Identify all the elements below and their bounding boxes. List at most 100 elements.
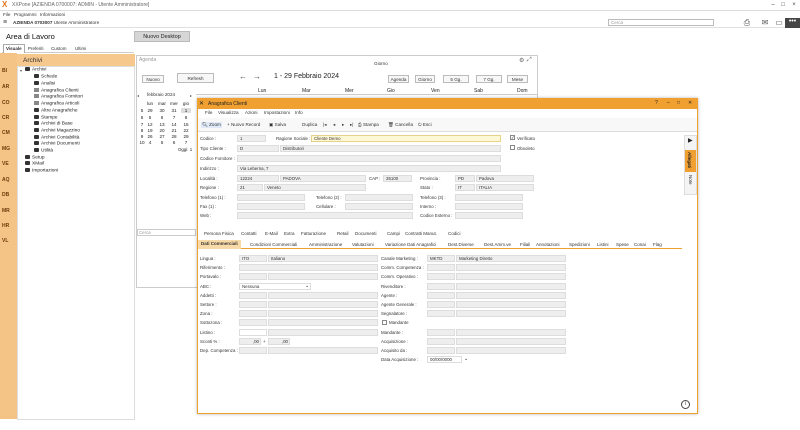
module-co[interactable]: CO — [2, 100, 10, 106]
tree-item[interactable]: Archivi Documenti — [34, 141, 80, 146]
menu-impostazioni[interactable]: Impostazioni — [264, 110, 290, 115]
printer-icon[interactable]: ⎙ — [741, 18, 753, 28]
tab-ultimi[interactable]: Ultimi — [75, 46, 86, 51]
tab-valutazioni[interactable]: Valutazioni — [352, 242, 374, 247]
tree-item[interactable]: Archivi di Base — [34, 121, 73, 126]
cal-day[interactable]: 31 — [169, 108, 179, 113]
chat-icon[interactable]: ▭ — [773, 18, 785, 28]
close-icon[interactable]: × — [789, 1, 799, 9]
cal-day[interactable]: 5 — [157, 140, 167, 145]
indirizzo-input[interactable]: Via Leberna, 7 — [237, 165, 501, 172]
tab-dati-commerciali[interactable]: Dati Commerciali — [198, 240, 241, 249]
tab-extra[interactable]: Extra — [284, 231, 295, 236]
delete-button[interactable]: 🗑︎ Cancella — [388, 122, 413, 128]
module-hr[interactable]: HR — [2, 223, 9, 229]
tab-visuale[interactable]: Visuale — [3, 44, 25, 53]
verificato-checkbox[interactable]: ✓ — [510, 135, 515, 140]
provincia-code[interactable]: PD — [455, 175, 475, 182]
cal-day[interactable]: 19 — [145, 128, 155, 133]
chevron-down-icon[interactable]: ⌄ — [464, 356, 468, 362]
abc-select[interactable]: Nessuna — [239, 283, 311, 290]
tree-item[interactable]: Setup — [25, 155, 45, 160]
cal-day[interactable]: 27 — [157, 134, 167, 139]
tab-retail[interactable]: Retail — [337, 231, 349, 236]
listino-code[interactable] — [239, 329, 267, 336]
tree-item[interactable]: Schede — [34, 74, 57, 79]
tab-annotazioni[interactable]: Annotazioni — [536, 242, 560, 247]
cap-input[interactable]: 35100 — [383, 175, 412, 182]
web-input[interactable] — [237, 212, 413, 219]
telefono3-input[interactable] — [455, 194, 523, 201]
cal-day[interactable]: 7 — [181, 140, 191, 145]
module-mr[interactable]: MR — [2, 208, 10, 214]
save-button[interactable]: ▣ Salva — [269, 122, 286, 128]
cellulare-input[interactable] — [345, 203, 413, 210]
tree-item[interactable]: Archivi Contabilità — [34, 135, 79, 140]
tab-condizioni-commerciali[interactable]: Condizioni Commerciali — [250, 242, 297, 247]
info-icon[interactable]: i — [681, 400, 690, 409]
tab-variazione-dati[interactable]: Variazione Dati Anagrafici — [385, 242, 436, 247]
cal-day[interactable]: 1 — [181, 108, 191, 113]
cal-day[interactable]: 20 — [157, 128, 167, 133]
codice-fornitore-input[interactable] — [237, 155, 501, 162]
oggi-label[interactable]: Oggi: 1 — [178, 147, 192, 152]
comm-competenza-code[interactable] — [427, 264, 455, 271]
tab-documenti[interactable]: Documenti — [355, 231, 377, 236]
nav-next-icon[interactable]: ▸ — [342, 122, 344, 128]
telefono1-input[interactable] — [237, 194, 305, 201]
nav-first-icon[interactable]: |◂ — [323, 122, 327, 128]
cal-day[interactable]: 7 — [169, 115, 179, 120]
cal-day[interactable]: 5 — [145, 115, 155, 120]
menu-programmi[interactable]: Programmi — [14, 12, 36, 17]
acquisizione-code[interactable] — [427, 338, 455, 345]
nav-last-icon[interactable]: ▸| — [350, 122, 354, 128]
tab-spedizioni[interactable]: Spedizioni — [569, 242, 590, 247]
exit-button[interactable]: ⏻ Esci — [418, 122, 432, 127]
view-giorno-button[interactable]: Giorno — [415, 75, 435, 83]
tree-item[interactable]: Analisi — [34, 81, 55, 86]
agente-code[interactable] — [427, 292, 455, 299]
rivenditore-code[interactable] — [427, 283, 455, 290]
tab-campi[interactable]: Campi — [387, 231, 400, 236]
chevron-down-icon[interactable]: ⌄ — [305, 283, 309, 289]
cal-day[interactable]: 15 — [181, 122, 191, 127]
view-mese-button[interactable]: Mese — [507, 75, 528, 83]
settings-icon[interactable]: ⚙ — [519, 57, 524, 64]
obsoleto-checkbox[interactable] — [510, 145, 515, 150]
tab-dest-diverse[interactable]: Dest.Diverse — [448, 242, 474, 247]
print-button[interactable]: ⎙ Stampa — [358, 122, 379, 127]
lingua-code[interactable]: ITO — [239, 255, 267, 262]
canale-code[interactable]: MKTD — [427, 255, 455, 262]
cal-day[interactable]: 21 — [169, 128, 179, 133]
cal-day[interactable]: 6 — [169, 140, 179, 145]
interno-input[interactable] — [455, 203, 523, 210]
cal-day[interactable]: 28 — [169, 134, 179, 139]
sconto2-input[interactable]: ,00 — [268, 338, 290, 345]
data-acquisizione-input[interactable]: 00/00/0000 — [427, 356, 462, 363]
minimize-icon[interactable]: – — [768, 1, 778, 9]
portavalo-code[interactable] — [239, 273, 267, 280]
acquisito-da-code[interactable] — [427, 347, 455, 354]
refresh-button[interactable]: Refresh — [177, 73, 214, 83]
tab-preferiti[interactable]: Preferiti — [28, 46, 44, 51]
comm-operativo-code[interactable] — [427, 273, 455, 280]
minimize-icon[interactable]: – — [667, 100, 670, 106]
menu-file[interactable]: File — [205, 110, 212, 115]
mandante-checkbox[interactable] — [382, 320, 387, 325]
tipo-cliente-code[interactable]: D — [237, 145, 279, 152]
tree-item[interactable]: Anagrafica Clienti — [34, 88, 79, 93]
telefono2-input[interactable] — [345, 194, 413, 201]
arrow-right-icon[interactable]: ▶ — [688, 137, 693, 144]
cal-day[interactable]: 4 — [145, 140, 155, 145]
tab-listini[interactable]: Listini — [597, 242, 609, 247]
tree-item[interactable]: Stampe — [34, 115, 58, 120]
menu-info[interactable]: Info — [295, 110, 303, 115]
duplicate-button[interactable]: Duplica — [302, 122, 317, 127]
agente-generale-code[interactable] — [427, 301, 455, 308]
tree-item[interactable]: Archivi — [25, 67, 46, 72]
cal-day[interactable]: 14 — [169, 122, 179, 127]
tab-allegati[interactable]: Allegati — [685, 150, 696, 172]
tab-spese[interactable]: Spese — [616, 242, 629, 247]
tab-contratti-manut[interactable]: Contratti Manut. — [405, 231, 437, 236]
search-input[interactable]: Cerca — [608, 19, 714, 26]
